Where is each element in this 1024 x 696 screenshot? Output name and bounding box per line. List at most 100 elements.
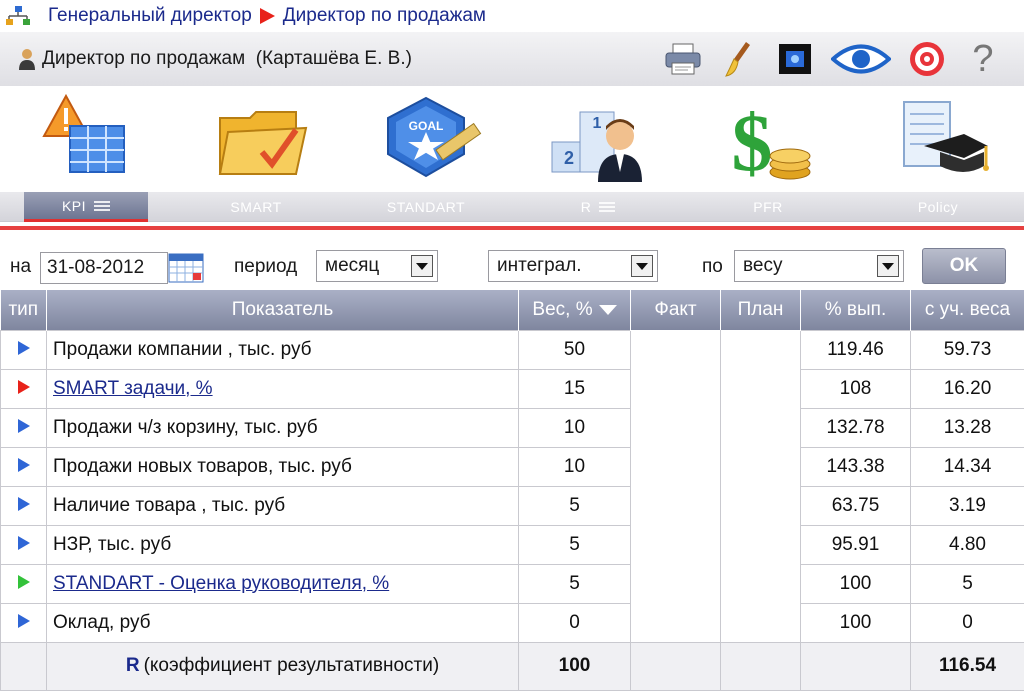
date-value: 31-08-2012 bbox=[47, 257, 145, 278]
col-fact: Факт bbox=[630, 290, 721, 330]
table-row: НЗР, тыс. руб 5 95.91 4.80 bbox=[0, 524, 1024, 565]
help-icon[interactable]: ? bbox=[962, 38, 1004, 80]
mode-select[interactable]: интеграл. bbox=[488, 250, 658, 282]
user-name: Директор по продажам (Карташёва Е. В.) bbox=[42, 48, 412, 69]
by-label: по bbox=[702, 256, 723, 277]
org-chart-icon bbox=[6, 6, 30, 26]
person-icon bbox=[18, 48, 36, 70]
indicator-name: Продажи новых товаров, тыс. руб bbox=[46, 446, 519, 487]
breadcrumb-arrow-icon bbox=[259, 8, 275, 24]
r-letter: R bbox=[125, 655, 140, 676]
kpi-module-icon[interactable] bbox=[36, 92, 146, 187]
fact-cell bbox=[630, 369, 721, 408]
col-weight[interactable]: Вес, % bbox=[518, 290, 631, 330]
plan-cell bbox=[720, 603, 801, 642]
sort-by-select[interactable]: весу bbox=[734, 250, 904, 282]
eye-icon[interactable] bbox=[830, 38, 892, 80]
col-weighted: с уч. веса bbox=[910, 290, 1024, 330]
period-select[interactable]: месяц bbox=[316, 250, 438, 282]
type-cell bbox=[0, 329, 47, 370]
indicator-name: Продажи ч/з корзину, тыс. руб bbox=[46, 407, 519, 448]
chevron-down-icon bbox=[631, 255, 653, 277]
chevron-down-icon bbox=[877, 255, 899, 277]
col-type: тип bbox=[0, 290, 47, 330]
pct-cell: 132.78 bbox=[800, 407, 911, 448]
standart-module-icon[interactable]: GOAL bbox=[378, 92, 488, 187]
policy-module-icon[interactable] bbox=[888, 92, 998, 187]
tab-kpi[interactable]: KPI bbox=[24, 192, 148, 222]
indicator-name: Оклад, руб bbox=[46, 602, 519, 643]
svg-text:2: 2 bbox=[564, 148, 574, 168]
fact-cell bbox=[630, 525, 721, 564]
tab-policy[interactable]: Policy bbox=[876, 192, 1000, 222]
grid-icon bbox=[599, 202, 616, 212]
table-row: STANDART - Оценка руководителя, % 5 100 5 bbox=[0, 563, 1024, 604]
weight-cell: 50 bbox=[518, 329, 631, 370]
screen-icon[interactable] bbox=[774, 38, 816, 80]
tab-smart-label: SMART bbox=[230, 199, 282, 215]
plan-cell bbox=[720, 447, 801, 486]
col-indicator: Показатель bbox=[46, 290, 519, 330]
ok-button[interactable]: OK bbox=[922, 248, 1006, 284]
col-plan: План bbox=[720, 290, 801, 330]
total-plan bbox=[720, 641, 801, 691]
kpi-table: тип Показатель Вес, % Факт План % вып. с… bbox=[0, 290, 1024, 691]
play-triangle-icon bbox=[17, 574, 30, 589]
brush-icon[interactable] bbox=[718, 38, 760, 80]
table-row: Продажи компании , тыс. руб 50 119.46 59.73 bbox=[0, 329, 1024, 370]
weighted-cell: 14.34 bbox=[910, 446, 1024, 487]
fact-cell bbox=[630, 408, 721, 447]
table-header: тип Показатель Вес, % Факт План % вып. с… bbox=[0, 290, 1024, 330]
module-tabs: KPI SMART STANDART R PFR Policy bbox=[0, 192, 1024, 222]
weighted-cell: 59.73 bbox=[910, 329, 1024, 370]
fact-cell bbox=[630, 486, 721, 525]
weight-cell: 5 bbox=[518, 524, 631, 565]
plan-cell bbox=[720, 369, 801, 408]
svg-text:$: $ bbox=[732, 97, 773, 187]
indicator-name[interactable]: SMART задачи, % bbox=[46, 368, 519, 409]
period-value: месяц bbox=[325, 255, 380, 276]
weighted-cell: 4.80 bbox=[910, 524, 1024, 565]
date-input[interactable]: 31-08-2012 bbox=[40, 252, 168, 284]
pct-cell: 143.38 bbox=[800, 446, 911, 487]
weight-cell: 5 bbox=[518, 485, 631, 526]
breadcrumb-root[interactable]: Генеральный директор bbox=[48, 5, 252, 27]
tab-r[interactable]: R bbox=[536, 192, 660, 222]
tab-standart[interactable]: STANDART bbox=[364, 192, 488, 222]
plan-cell bbox=[720, 486, 801, 525]
indicator-name[interactable]: STANDART - Оценка руководителя, % bbox=[46, 563, 519, 604]
plan-cell bbox=[720, 564, 801, 603]
total-label-text: (коэффициент результативности) bbox=[143, 655, 440, 676]
calendar-icon[interactable] bbox=[168, 252, 204, 284]
smart-module-icon[interactable] bbox=[210, 92, 320, 187]
tab-pfr[interactable]: PFR bbox=[706, 192, 830, 222]
pfr-module-icon[interactable]: $ bbox=[718, 92, 828, 188]
type-cell bbox=[0, 563, 47, 604]
chevron-down-icon bbox=[411, 255, 433, 277]
col-pct: % вып. bbox=[800, 290, 911, 330]
sort-down-icon bbox=[598, 304, 617, 315]
r-module-icon[interactable]: 2 1 bbox=[548, 92, 658, 187]
play-triangle-icon bbox=[17, 340, 30, 355]
pct-cell: 63.75 bbox=[800, 485, 911, 526]
pct-cell: 119.46 bbox=[800, 329, 911, 370]
printer-icon[interactable] bbox=[662, 38, 704, 80]
pct-cell: 100 bbox=[800, 563, 911, 604]
weighted-cell: 3.19 bbox=[910, 485, 1024, 526]
sort-by-value: весу bbox=[743, 255, 783, 276]
tab-kpi-label: KPI bbox=[61, 197, 87, 214]
tab-r-label: R bbox=[580, 199, 592, 215]
weight-cell: 0 bbox=[518, 602, 631, 643]
tab-smart[interactable]: SMART bbox=[194, 192, 318, 222]
weighted-cell: 0 bbox=[910, 602, 1024, 643]
fact-cell bbox=[630, 447, 721, 486]
breadcrumb-current: Директор по продажам bbox=[282, 5, 486, 26]
target-icon[interactable] bbox=[906, 38, 948, 80]
tab-standart-label: STANDART bbox=[386, 199, 466, 215]
plan-cell bbox=[720, 408, 801, 447]
date-label: на bbox=[10, 256, 32, 277]
plan-cell bbox=[720, 330, 801, 369]
table-row: Оклад, руб 0 100 0 bbox=[0, 602, 1024, 643]
play-triangle-icon bbox=[17, 613, 30, 628]
pct-cell: 95.91 bbox=[800, 524, 911, 565]
